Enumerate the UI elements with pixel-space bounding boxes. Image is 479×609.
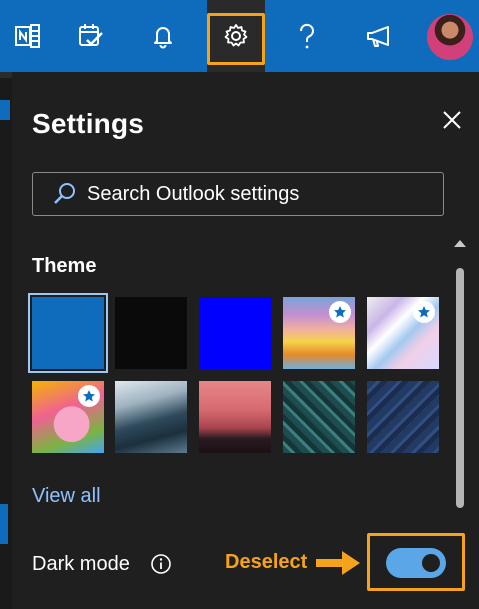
- theme-tile-bright-blue[interactable]: [199, 297, 271, 369]
- close-button[interactable]: [438, 106, 466, 134]
- megaphone-icon: [367, 26, 389, 47]
- search-settings-input[interactable]: Search Outlook settings: [32, 172, 444, 216]
- todo-button[interactable]: [62, 0, 118, 72]
- dark-mode-label: Dark mode: [32, 553, 130, 575]
- deselect-callout: Deselect: [225, 551, 308, 573]
- theme-tile-wave[interactable]: [115, 381, 187, 453]
- info-icon[interactable]: [150, 553, 172, 575]
- settings-panel: Settings Search Outlook settings Theme V…: [12, 72, 479, 609]
- app-header: [0, 0, 479, 72]
- onenote-icon: [15, 24, 40, 48]
- star-icon: [329, 301, 351, 323]
- search-placeholder: Search Outlook settings: [87, 182, 300, 205]
- help-button[interactable]: [279, 0, 335, 72]
- close-icon: [443, 111, 461, 129]
- star-icon: [413, 301, 435, 323]
- background-mail-list: [0, 72, 12, 609]
- todo-icon: [79, 24, 103, 46]
- settings-title: Settings: [32, 108, 145, 139]
- theme-tile-palms[interactable]: [199, 381, 271, 453]
- theme-tile-blue[interactable]: [28, 293, 108, 373]
- help-icon: [299, 23, 314, 49]
- bell-icon: [154, 27, 172, 49]
- view-all-link[interactable]: View all: [32, 485, 101, 508]
- avatar[interactable]: [427, 14, 473, 60]
- theme-tile-circuit[interactable]: [283, 381, 355, 453]
- gear-icon: [224, 24, 248, 47]
- search-icon: [54, 183, 75, 204]
- theme-tile-cartoon[interactable]: [32, 381, 104, 453]
- scrollbar[interactable]: [456, 268, 464, 508]
- toggle-knob: [422, 554, 440, 572]
- onenote-button[interactable]: [0, 0, 56, 72]
- theme-tile-swirl[interactable]: [367, 297, 439, 369]
- notifications-button[interactable]: [135, 0, 191, 72]
- settings-button[interactable]: [207, 0, 265, 72]
- dark-mode-toggle[interactable]: [386, 548, 446, 578]
- theme-heading: Theme: [32, 255, 97, 277]
- whats-new-button[interactable]: [351, 0, 407, 72]
- theme-tile-black[interactable]: [115, 297, 187, 369]
- star-icon: [78, 385, 100, 407]
- arrow-right-icon: [316, 551, 360, 575]
- theme-tile-rainbow[interactable]: [283, 297, 355, 369]
- scroll-up-arrow-icon[interactable]: [454, 240, 466, 247]
- theme-tile-patent[interactable]: [367, 381, 439, 453]
